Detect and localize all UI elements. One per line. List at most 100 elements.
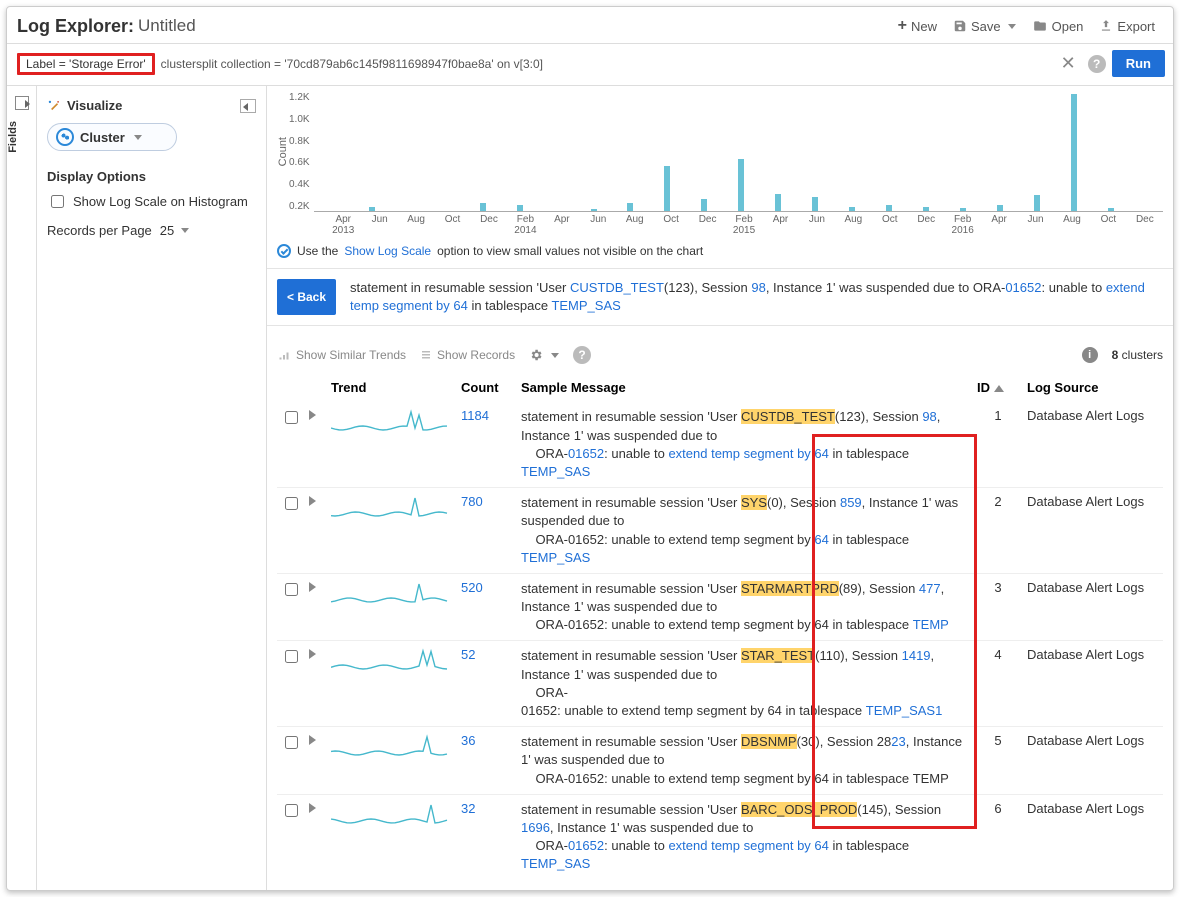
- col-trend[interactable]: Trend: [327, 374, 457, 402]
- plus-icon: +: [898, 17, 907, 35]
- sample-message-cell: statement in resumable session 'User CUS…: [517, 402, 973, 488]
- count-link[interactable]: 36: [461, 733, 475, 748]
- export-button[interactable]: Export: [1091, 15, 1163, 38]
- save-button[interactable]: Save: [945, 15, 1024, 38]
- new-button[interactable]: + New: [890, 13, 945, 39]
- table-row: 520 statement in resumable session 'User …: [277, 573, 1163, 641]
- expand-row-icon[interactable]: [309, 496, 316, 506]
- col-sample[interactable]: Sample Message: [517, 374, 973, 402]
- trend-cell: [327, 641, 457, 727]
- sample-message-cell: statement in resumable session 'User STA…: [517, 641, 973, 727]
- expand-row-icon[interactable]: [309, 735, 316, 745]
- id-cell: 2: [973, 488, 1023, 574]
- main-content: Count 1.2K1.0K0.8K0.6K0.4K0.2K Apr 2013J…: [267, 86, 1173, 890]
- histogram-chart: Count 1.2K1.0K0.8K0.6K0.4K0.2K: [277, 92, 1163, 212]
- sort-asc-icon: [994, 385, 1004, 392]
- title-name: Untitled: [138, 16, 196, 36]
- chart-hint: Use the Show Log Scale option to view sm…: [277, 244, 1163, 258]
- wand-icon: [47, 99, 61, 113]
- visualize-label: Visualize: [67, 98, 122, 113]
- expand-row-icon[interactable]: [309, 410, 316, 420]
- fields-rail: Fields: [7, 86, 37, 890]
- open-button[interactable]: Open: [1024, 15, 1092, 38]
- title-prefix: Log Explorer:: [17, 16, 134, 37]
- trend-cell: [327, 402, 457, 488]
- row-checkbox[interactable]: [285, 804, 298, 817]
- back-button[interactable]: < Back: [277, 279, 336, 315]
- fields-label[interactable]: Fields: [7, 121, 19, 153]
- log-source-cell: Database Alert Logs: [1023, 727, 1163, 795]
- help-icon[interactable]: ?: [573, 346, 591, 364]
- row-checkbox[interactable]: [285, 583, 298, 596]
- log-scale-checkbox[interactable]: Show Log Scale on Histogram: [47, 192, 256, 211]
- expand-row-icon[interactable]: [309, 582, 316, 592]
- id-cell: 1: [973, 402, 1023, 488]
- caret-down-icon: [551, 353, 559, 358]
- id-cell: 6: [973, 794, 1023, 879]
- count-link[interactable]: 32: [461, 801, 475, 816]
- expand-row-icon[interactable]: [309, 803, 316, 813]
- count-link[interactable]: 520: [461, 580, 483, 595]
- trend-cell: [327, 573, 457, 641]
- caret-down-icon: [1008, 24, 1016, 29]
- cluster-selector[interactable]: Cluster: [47, 123, 177, 151]
- show-similar-trends-button[interactable]: Show Similar Trends: [277, 348, 406, 362]
- log-scale-input[interactable]: [51, 195, 64, 208]
- records-per-page-select[interactable]: 25: [160, 223, 189, 238]
- row-checkbox[interactable]: [285, 736, 298, 749]
- caret-down-icon: [181, 228, 189, 233]
- log-source-cell: Database Alert Logs: [1023, 488, 1163, 574]
- show-records-button[interactable]: Show Records: [420, 348, 515, 362]
- cluster-icon: [56, 128, 74, 146]
- log-source-cell: Database Alert Logs: [1023, 402, 1163, 488]
- id-cell: 3: [973, 573, 1023, 641]
- clusters-table: Trend Count Sample Message ID Log Source…: [277, 374, 1163, 879]
- x-axis-ticks: Apr 2013JunAugOctDecFeb 2014AprJunAugOct…: [325, 214, 1163, 236]
- check-circle-icon: [277, 244, 291, 258]
- row-checkbox[interactable]: [285, 411, 298, 424]
- sample-message-cell: statement in resumable session 'User STA…: [517, 573, 973, 641]
- expand-fields-icon[interactable]: [15, 96, 29, 110]
- trend-cell: [327, 727, 457, 795]
- count-link[interactable]: 52: [461, 647, 475, 662]
- id-cell: 4: [973, 641, 1023, 727]
- log-source-cell: Database Alert Logs: [1023, 573, 1163, 641]
- sample-message-cell: statement in resumable session 'User SYS…: [517, 488, 973, 574]
- y-axis-label: Count: [277, 137, 289, 166]
- log-source-cell: Database Alert Logs: [1023, 641, 1163, 727]
- export-icon: [1099, 19, 1113, 33]
- caret-down-icon: [134, 135, 142, 140]
- query-text[interactable]: clustersplit collection = '70cd879ab6c14…: [161, 57, 543, 71]
- expand-row-icon[interactable]: [309, 649, 316, 659]
- table-row: 32statement in resumable session 'User B…: [277, 794, 1163, 879]
- row-checkbox[interactable]: [285, 650, 298, 663]
- query-bar: Label = 'Storage Error' clustersplit col…: [7, 44, 1173, 86]
- help-icon[interactable]: ?: [1088, 55, 1106, 73]
- save-icon: [953, 19, 967, 33]
- y-axis-ticks: 1.2K1.0K0.8K0.6K0.4K0.2K: [289, 92, 314, 212]
- detail-message: statement in resumable session 'User CUS…: [350, 279, 1163, 315]
- run-button[interactable]: Run: [1112, 50, 1165, 77]
- count-link[interactable]: 1184: [461, 408, 489, 423]
- collapse-panel-icon[interactable]: [240, 99, 256, 113]
- log-source-cell: Database Alert Logs: [1023, 794, 1163, 879]
- sample-message-cell: statement in resumable session 'User DBS…: [517, 727, 973, 795]
- display-options-heading: Display Options: [47, 169, 256, 184]
- row-checkbox[interactable]: [285, 497, 298, 510]
- clear-query-icon[interactable]: ✕: [1055, 53, 1082, 74]
- info-icon[interactable]: i: [1082, 347, 1098, 363]
- visualize-panel: Visualize Cluster Display Options Show L…: [37, 86, 267, 890]
- trend-cell: [327, 488, 457, 574]
- count-link[interactable]: 780: [461, 494, 483, 509]
- app-header: Log Explorer: Untitled + New Save Open E…: [7, 7, 1173, 44]
- table-row: 1184 statement in resumable session 'User…: [277, 402, 1163, 488]
- show-log-scale-link[interactable]: Show Log Scale: [344, 244, 431, 258]
- settings-menu[interactable]: [529, 348, 559, 362]
- col-count[interactable]: Count: [457, 374, 517, 402]
- col-id[interactable]: ID: [973, 374, 1023, 402]
- col-source[interactable]: Log Source: [1023, 374, 1163, 402]
- chart-plot-area[interactable]: [314, 92, 1163, 212]
- cluster-toolbar: Show Similar Trends Show Records ? i 8 c…: [277, 336, 1163, 374]
- query-highlighted-chip[interactable]: Label = 'Storage Error': [17, 53, 155, 75]
- id-cell: 5: [973, 727, 1023, 795]
